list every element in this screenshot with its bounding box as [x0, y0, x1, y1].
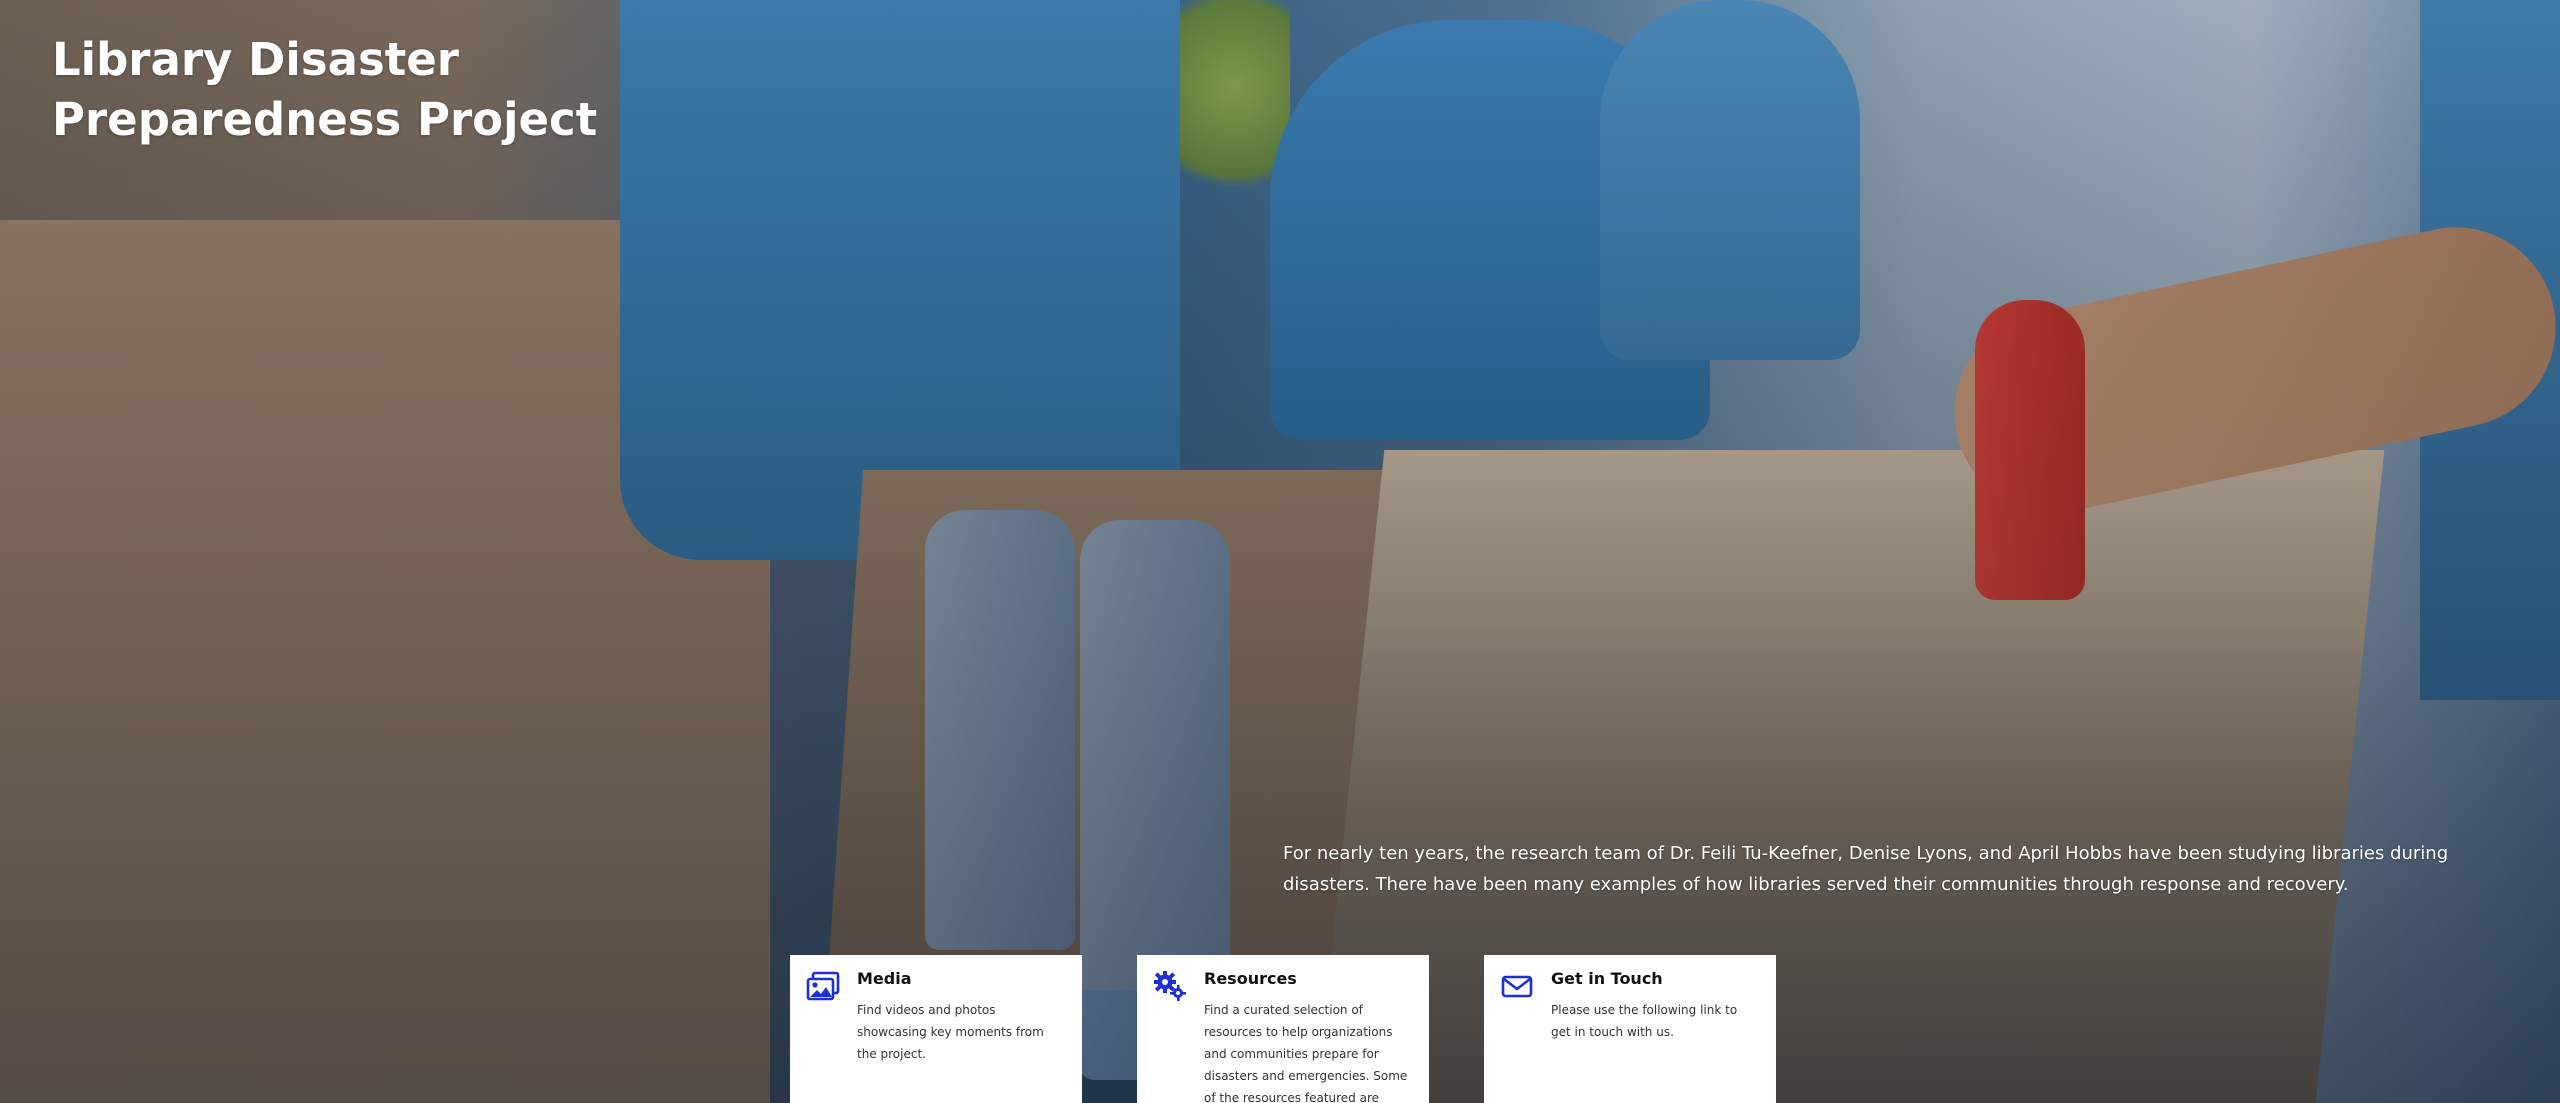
photos-icon	[806, 971, 840, 1001]
page-title-line-1: Library Disaster	[52, 33, 459, 86]
envelope-icon	[1501, 975, 1533, 998]
gears-icon	[1154, 971, 1186, 1001]
page-title-line-2: Preparedness Project	[52, 93, 598, 146]
contact-card[interactable]: Get in Touch Please use the following li…	[1484, 955, 1776, 1103]
intro-text: For nearly ten years, the research team …	[1283, 843, 2449, 895]
contact-card-title[interactable]: Get in Touch	[1551, 969, 1663, 988]
hero-banner: Library Disaster Preparedness Project Fo…	[0, 0, 2560, 1103]
resources-card-title[interactable]: Resources	[1204, 969, 1297, 988]
media-card-title[interactable]: Media	[857, 969, 912, 988]
resources-card[interactable]: Resources Find a curated selection of re…	[1137, 955, 1429, 1103]
page-title: Library Disaster Preparedness Project	[52, 30, 672, 150]
media-card[interactable]: Media Find videos and photos showcasing …	[790, 955, 1082, 1103]
resources-card-text: Find a curated selection of resources to…	[1204, 1003, 1408, 1103]
contact-card-text: Please use the following link to get in …	[1551, 1003, 1738, 1039]
media-card-text: Find videos and photos showcasing key mo…	[857, 1003, 1044, 1061]
hero-overlay	[0, 0, 2560, 1103]
